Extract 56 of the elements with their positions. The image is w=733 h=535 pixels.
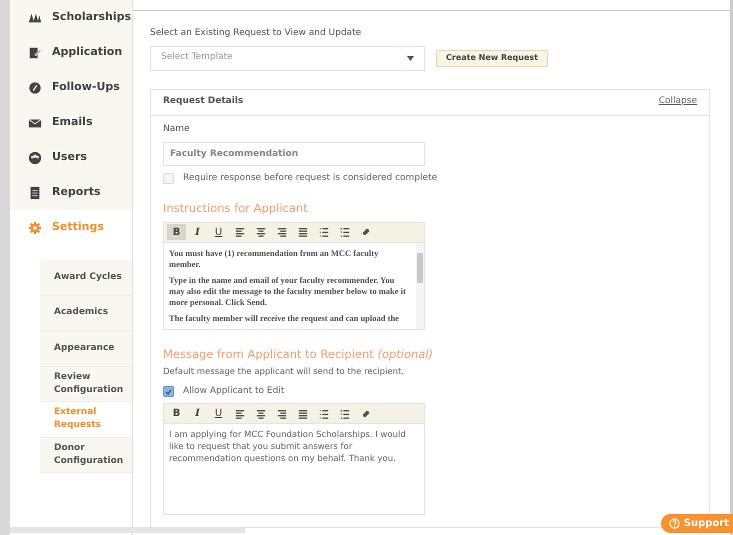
italic-button[interactable]: I: [188, 406, 207, 422]
sidebar-subitem[interactable]: Review Configuration: [40, 366, 132, 402]
bulleted-list-icon: [318, 408, 328, 419]
numbered-list-icon: [340, 408, 350, 419]
editor-text: I am applying for MCC Foundation Scholarships. I would like to request that you submit answers for recommendation questions on my behalf. Thank you.: [168, 429, 407, 466]
sidebar-item[interactable]: Emails: [10, 105, 132, 140]
checkbox-label: Require response before request is considered complete: [183, 172, 438, 185]
caret-icon: [407, 56, 414, 60]
editor-paragraph: You must have (1) recommendation from an MCC faculty member.: [169, 248, 380, 270]
sidebar-item[interactable]: Application: [10, 35, 132, 70]
sidebar-subitem[interactable]: Award Cycles: [40, 260, 132, 296]
bold-button[interactable]: B: [167, 406, 186, 422]
sidebar-item[interactable]: Reports: [10, 175, 132, 210]
sidebar-subitem[interactable]: Donor Configuration: [40, 438, 132, 473]
align-right-icon: [276, 227, 286, 238]
italic-button[interactable]: I: [188, 224, 207, 240]
align-left-icon: [234, 227, 244, 238]
align-center-icon: [256, 408, 266, 419]
sidebar-item[interactable]: Scholarships: [10, 0, 132, 35]
sidebar-subitem[interactable]: Appearance: [40, 331, 132, 366]
circle-icon: [28, 80, 42, 94]
align-right-icon: [276, 408, 286, 419]
editor-paragraph: Type in the name and email of your faculty recommender. You may also edit the message to the faculty member below to make it more personal. Click Send.: [169, 274, 407, 308]
create-request-button[interactable]: Create New Request: [436, 50, 548, 66]
gear-icon: [28, 220, 42, 234]
sidebar-item[interactable]: Follow-Ups: [10, 70, 132, 105]
edit-icon: [28, 46, 42, 60]
collapse-link[interactable]: Collapse: [658, 95, 697, 109]
checkmark-icon: [165, 388, 172, 394]
name-field[interactable]: Faculty Recommendation: [163, 142, 425, 166]
name-label: Name: [163, 122, 191, 136]
section-heading: Message from Applicant to Recipient (optional): [163, 346, 434, 363]
bold-button[interactable]: B: [167, 224, 186, 240]
panel-title: Request Details: [163, 95, 244, 108]
underline-button[interactable]: U: [209, 406, 228, 422]
notebook-icon: [28, 186, 42, 200]
section-heading: Instructions for Applicant: [163, 200, 309, 216]
bulleted-list-icon: [318, 227, 328, 238]
numbered-list-icon: [340, 227, 350, 238]
help-icon: [668, 518, 680, 529]
users-icon: [28, 150, 42, 164]
underline-button[interactable]: U: [209, 224, 228, 240]
rich-text-editor[interactable]: [163, 222, 425, 330]
hint-text: Default message the applicant will send to the recipient.: [163, 366, 406, 379]
justify-icon: [298, 227, 308, 238]
rich-text-editor[interactable]: B I U I am applying for MCC Foundation Scholarships. I would like to request that you submit answers for recommendation questions on my behalf. Thank you.: [163, 403, 425, 516]
align-center-icon: [256, 227, 266, 238]
scrollbar[interactable]: [416, 242, 424, 329]
editor-paragraph: The faculty member will receive the request and can upload the: [169, 312, 400, 324]
checkbox-label: Allow Applicant to Edit: [183, 384, 284, 398]
sidebar-subitem[interactable]: Academics: [40, 296, 132, 331]
align-left-icon: [234, 408, 244, 419]
select-label: Select an Existing Request to View and Update: [150, 27, 362, 40]
sidebar-item[interactable]: Users: [10, 140, 132, 175]
checkbox[interactable]: [163, 386, 174, 397]
justify-icon: [298, 408, 308, 419]
